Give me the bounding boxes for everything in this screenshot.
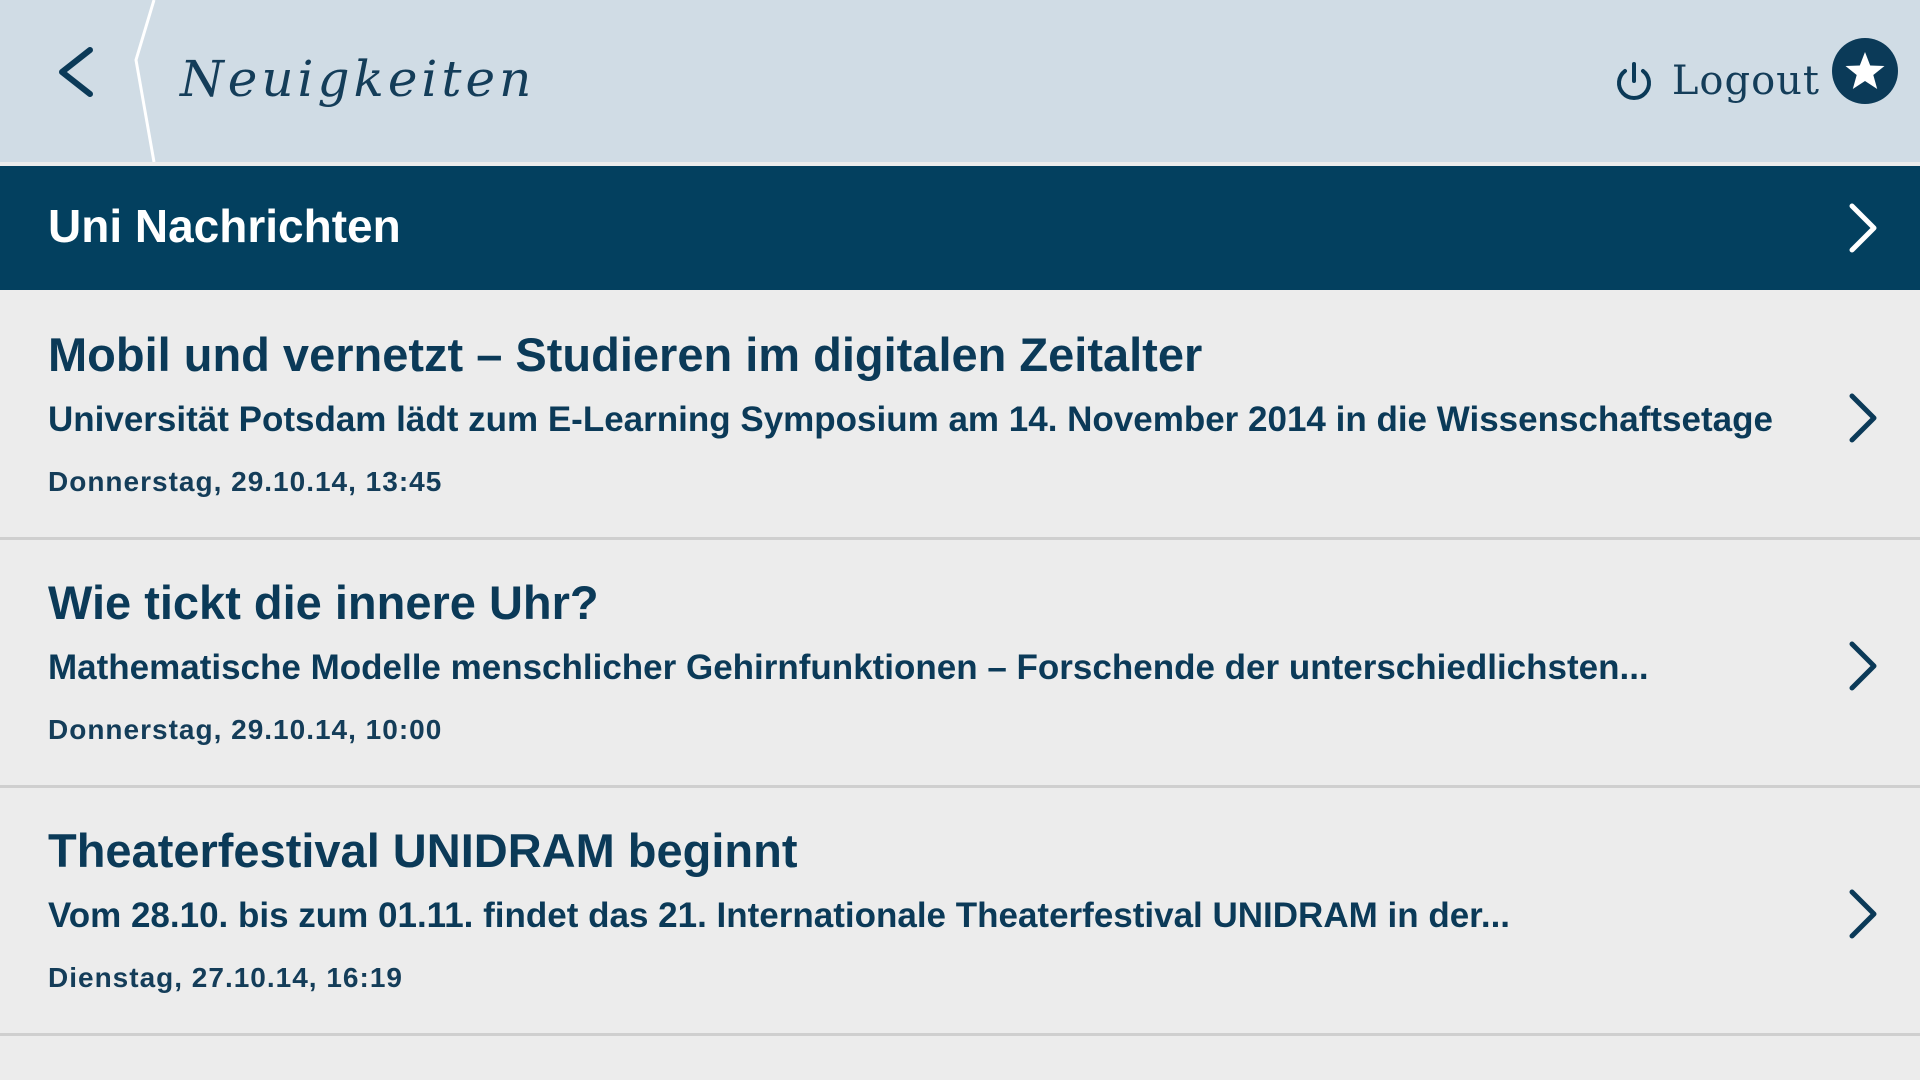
news-screen: Neuigkeiten Logout Uni Nachrichten Mobil… (0, 0, 1920, 1080)
news-summary: Mathematische Modelle menschlicher Gehir… (48, 648, 1649, 687)
section-title: Uni Nachrichten (48, 200, 401, 252)
power-icon (1616, 62, 1651, 100)
news-title: Mobil und vernetzt – Studieren im digita… (48, 328, 1203, 381)
app-header: Neuigkeiten Logout (0, 0, 1920, 162)
news-summary: Vom 28.10. bis zum 01.11. findet das 21.… (48, 896, 1511, 935)
chevron-right-icon (1849, 203, 1877, 253)
favorites-button[interactable] (1832, 38, 1898, 104)
page-title: Neuigkeiten (180, 50, 536, 108)
news-list: Mobil und vernetzt – Studieren im digita… (0, 292, 1920, 1036)
news-summary: Universität Potsdam lädt zum E-Learning … (48, 400, 1778, 439)
back-button[interactable] (40, 30, 120, 120)
chevron-right-icon (1849, 393, 1877, 443)
logout-button[interactable]: Logout (1612, 50, 1820, 112)
chevron-right-icon (1849, 889, 1877, 939)
star-icon (1845, 52, 1885, 89)
news-item[interactable]: Wie tickt die innere Uhr? Mathematische … (0, 540, 1920, 788)
chevron-right-icon (1849, 641, 1877, 691)
news-date: Donnerstag, 29.10.14, 10:00 (48, 714, 443, 745)
list-overflow-area (0, 1046, 1920, 1080)
header-divider (134, 0, 156, 162)
chevron-left-icon (59, 47, 93, 97)
news-title: Wie tickt die innere Uhr? (48, 576, 599, 629)
news-item[interactable]: Theaterfestival UNIDRAM beginnt Vom 28.1… (0, 788, 1920, 1036)
news-date: Dienstag, 27.10.14, 16:19 (48, 962, 403, 993)
news-item[interactable]: Mobil und vernetzt – Studieren im digita… (0, 292, 1920, 540)
section-uni-nachrichten[interactable]: Uni Nachrichten (0, 166, 1920, 290)
news-title: Theaterfestival UNIDRAM beginnt (48, 824, 798, 877)
news-date: Donnerstag, 29.10.14, 13:45 (48, 466, 443, 497)
logout-label: Logout (1671, 58, 1820, 104)
